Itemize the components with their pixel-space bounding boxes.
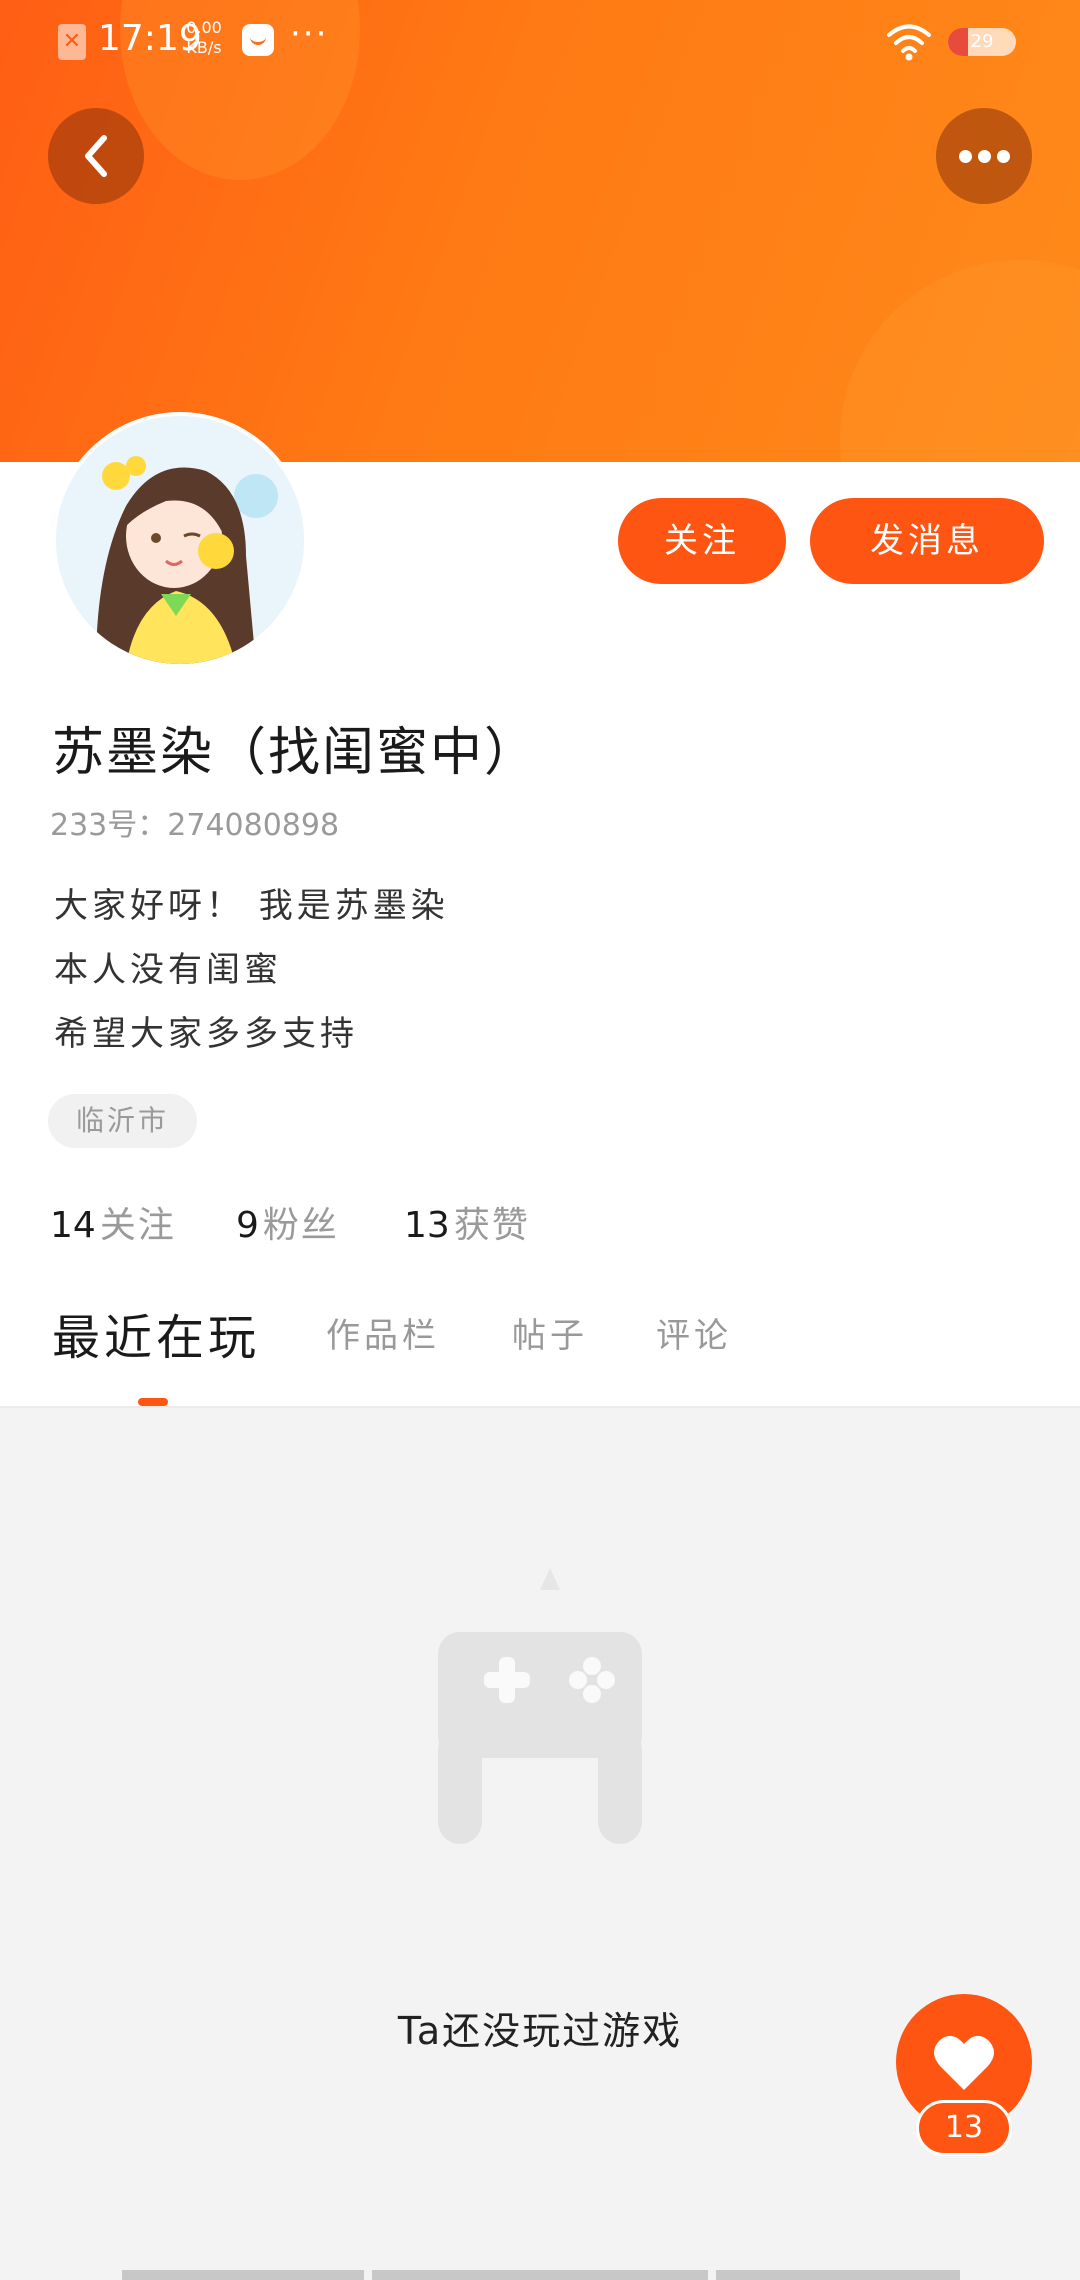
more-options-button[interactable] [936,108,1032,204]
tab-comments[interactable]: 评论 [656,1308,732,1357]
like-count: 13 [916,2100,1012,2156]
location-tag: 临沂市 [48,1094,198,1148]
battery-icon: 29 [948,28,1016,56]
avatar[interactable] [52,412,308,668]
active-tab-indicator [138,1398,168,1406]
tab-works[interactable]: 作品栏 [326,1308,440,1357]
user-id: 233号：274080898 [50,800,339,844]
more-dots-icon [978,150,991,163]
banner-decoration [840,260,1080,462]
stat-value: 14 [50,1205,96,1246]
network-speed-value: 0.00 [186,18,222,37]
user-nickname: 苏墨染（找闺蜜中） [52,723,539,783]
stat-following[interactable]: 14 关注 [50,1196,176,1248]
user-id-value: 274080898 [167,808,340,843]
tab-recently-played[interactable]: 最近在玩 [52,1298,260,1368]
bio-line: 大家好呀！ 我是苏墨染 [54,886,449,926]
bio-line: 本人没有闺蜜 [54,950,282,990]
more-dots-icon [997,150,1010,163]
bottom-indicator [716,2270,960,2280]
back-button[interactable] [48,108,144,204]
more-dots-icon [959,150,972,163]
stat-label: 获赞 [453,1205,530,1246]
stat-label: 关注 [99,1205,176,1246]
bottom-indicator [122,2270,364,2280]
status-more-icon: ··· [290,14,329,54]
stat-value: 9 [236,1205,259,1246]
stat-followers[interactable]: 9 粉丝 [236,1196,339,1248]
shopping-bag-icon [242,24,274,56]
user-id-label: 233号： [50,808,168,843]
profile-tabs: 最近在玩 作品栏 帖子 评论 [0,1290,1080,1406]
network-speed-unit: KB/s [186,38,222,57]
stat-value: 13 [404,1205,450,1246]
empty-state: Ta还没玩过游戏 [0,1408,1080,2280]
status-bar: ✕ 17:19 0.00 KB/s ··· 29 [0,0,1080,82]
follow-button[interactable]: 关注 [618,498,786,584]
gamepad-icon [438,1568,642,1844]
anime-girl-avatar-image [56,416,304,664]
bottom-indicator [372,2270,708,2280]
battery-percent: 29 [970,31,994,52]
chevron-left-icon [85,135,107,177]
stat-label: 粉丝 [262,1205,339,1246]
wifi-icon [887,24,931,61]
send-message-button[interactable]: 发消息 [810,498,1044,584]
sim-error-icon: ✕ [58,24,86,60]
tab-posts[interactable]: 帖子 [512,1308,588,1357]
network-speed: 0.00 KB/s [182,18,226,58]
stat-likes[interactable]: 13 获赞 [404,1196,530,1248]
bio-line: 希望大家多多支持 [54,1014,358,1054]
